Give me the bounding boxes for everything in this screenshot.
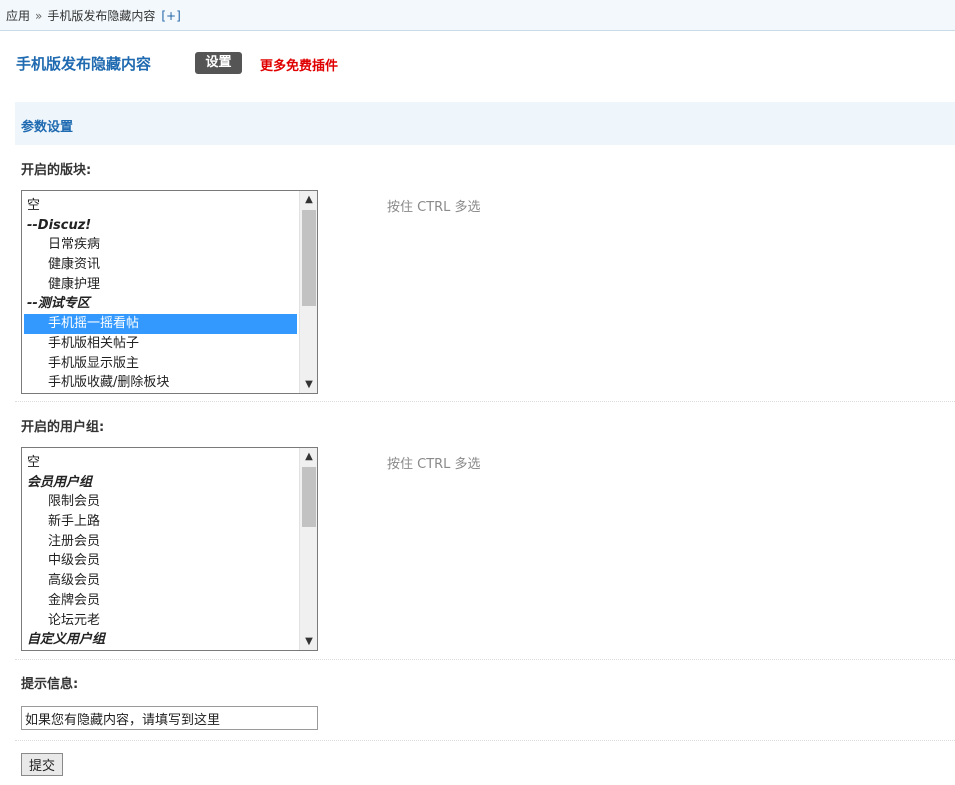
- chevron-up-icon[interactable]: ▲: [300, 191, 317, 208]
- breadcrumb: 应用 » 手机版发布隐藏内容 [+]: [0, 0, 955, 31]
- forums-scrollbar[interactable]: ▲ ▼: [299, 191, 317, 393]
- more-free-plugins-link[interactable]: 更多免费插件: [260, 55, 338, 74]
- list-item[interactable]: 注册会员: [24, 532, 297, 552]
- submit-button[interactable]: 提交: [21, 753, 63, 776]
- divider: [15, 401, 955, 402]
- list-item[interactable]: 空: [24, 196, 297, 216]
- option-group-label[interactable]: 自定义用户组: [24, 630, 297, 650]
- list-item[interactable]: 手机摇一摇看帖: [24, 314, 297, 334]
- breadcrumb-current: 手机版发布隐藏内容: [47, 9, 156, 23]
- forums-label: 开启的版块:: [21, 163, 92, 178]
- scrollbar-thumb[interactable]: [302, 210, 316, 306]
- usergroups-select[interactable]: 空会员用户组 限制会员 新手上路 注册会员 中级会员 高级会员 金牌会员 论坛元老 自定义用户组…: [21, 447, 318, 651]
- list-item[interactable]: 手机版相关帖子: [24, 334, 297, 354]
- option-group-label[interactable]: --Discuz!: [24, 216, 297, 236]
- add-shortcut-link[interactable]: [+]: [161, 9, 180, 23]
- chevron-down-icon[interactable]: ▼: [300, 633, 317, 650]
- usergroups-options: 空会员用户组 限制会员 新手上路 注册会员 中级会员 高级会员 金牌会员 论坛元老 自定义用户组: [24, 453, 297, 650]
- usergroups-hint: 按住 CTRL 多选: [387, 457, 481, 472]
- option-group-label[interactable]: --测试专区: [24, 294, 297, 314]
- list-item[interactable]: 中级会员: [24, 551, 297, 571]
- forums-select[interactable]: 空 --Discuz! 日常疾病 健康资讯 健康护理 --测试专区 手机摇一摇看帖 手机版相关…: [21, 190, 318, 394]
- page-title: 手机版发布隐藏内容: [16, 55, 152, 73]
- list-item[interactable]: 健康资讯: [24, 255, 297, 275]
- list-item[interactable]: 手机版显示版主: [24, 354, 297, 374]
- option-group-label[interactable]: 会员用户组: [24, 473, 297, 493]
- breadcrumb-root-link[interactable]: 应用: [6, 9, 30, 23]
- settings-tab-button[interactable]: 设置: [195, 52, 242, 74]
- chevron-down-icon[interactable]: ▼: [300, 376, 317, 393]
- list-item[interactable]: 限制会员: [24, 492, 297, 512]
- usergroups-label: 开启的用户组:: [21, 420, 105, 435]
- tip-label: 提示信息:: [21, 677, 79, 692]
- scrollbar-thumb[interactable]: [302, 467, 316, 527]
- list-item[interactable]: 日常疾病: [24, 235, 297, 255]
- divider: [15, 659, 955, 660]
- list-item[interactable]: 空: [24, 453, 297, 473]
- forums-options: 空 --Discuz! 日常疾病 健康资讯 健康护理 --测试专区 手机摇一摇看帖 手机版相关…: [24, 196, 297, 393]
- list-item[interactable]: 论坛元老: [24, 611, 297, 631]
- list-item[interactable]: 新手上路: [24, 512, 297, 532]
- forums-hint: 按住 CTRL 多选: [387, 200, 481, 215]
- tip-text-input[interactable]: [21, 706, 318, 730]
- list-item[interactable]: 金牌会员: [24, 591, 297, 611]
- list-item[interactable]: 手机版收藏/删除板块: [24, 373, 297, 393]
- list-item[interactable]: 健康护理: [24, 275, 297, 295]
- divider: [15, 740, 955, 741]
- chevron-up-icon[interactable]: ▲: [300, 448, 317, 465]
- breadcrumb-separator: »: [35, 9, 43, 23]
- usergroups-scrollbar[interactable]: ▲ ▼: [299, 448, 317, 650]
- list-item[interactable]: 高级会员: [24, 571, 297, 591]
- section-title: 参数设置: [15, 102, 955, 145]
